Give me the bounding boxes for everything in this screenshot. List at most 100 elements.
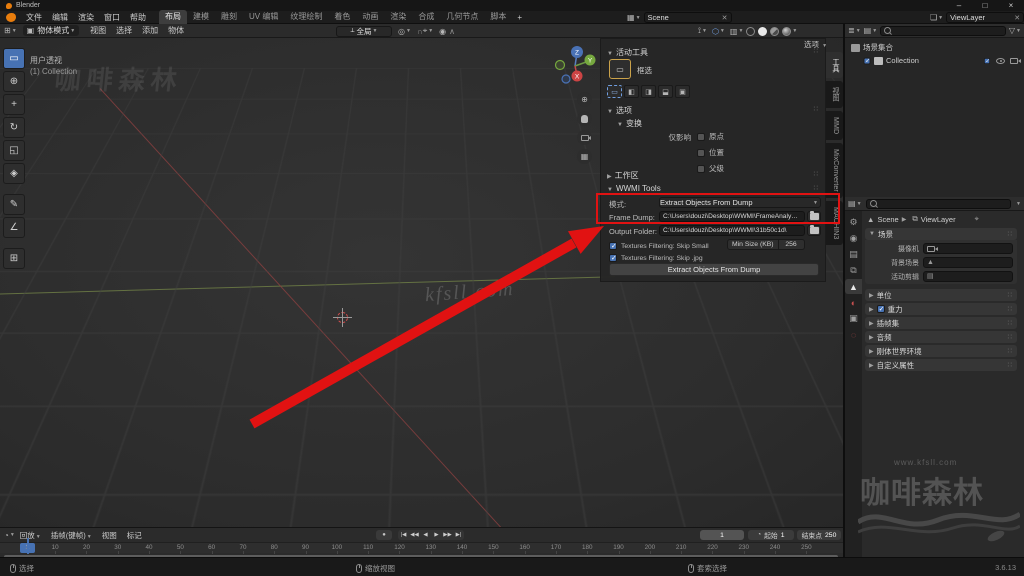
tool-scale[interactable]: ◱ (3, 140, 25, 161)
output-folder-field[interactable]: C:\Users\douzi\Desktop\WWMI\31b50c1d\ (659, 225, 805, 236)
current-frame-field[interactable]: 1 (700, 530, 744, 540)
tool-select-box[interactable]: ▭ (3, 48, 25, 69)
collection-row[interactable]: Collection (863, 56, 1018, 65)
play-button[interactable]: ▶ (431, 530, 442, 540)
workspace-tab-UV 编辑[interactable]: UV 编辑 (243, 10, 284, 24)
viewlayer-browse-icon[interactable]: ❏▼ (930, 13, 943, 22)
select-mode-extend-icon[interactable]: ◧ (624, 85, 639, 98)
xray-toggle-icon[interactable]: ▥▼ (730, 27, 744, 36)
tool-add-cube[interactable]: ⊞ (3, 248, 25, 269)
output-folder-browse-button[interactable] (807, 225, 821, 236)
properties-search-input[interactable] (866, 199, 1012, 209)
workspace-tab-合成[interactable]: 合成 (412, 10, 440, 24)
shading-wireframe-icon[interactable] (746, 27, 755, 36)
panel-音频[interactable]: ▶音频∷ (865, 331, 1017, 343)
camera-view-icon[interactable] (577, 130, 592, 145)
perspective-toggle-icon[interactable]: ▦ (577, 149, 592, 164)
viewport-menu-物体[interactable]: 物体 (163, 25, 189, 36)
outliner-search-input[interactable] (880, 26, 1006, 36)
timeline-menu-回放[interactable]: 回放▼ (15, 530, 46, 541)
show-gizmo-icon[interactable]: ⟟▼ (698, 26, 707, 36)
workspace-tab-建模[interactable]: 建模 (187, 10, 215, 24)
workspace-tab-渲染[interactable]: 渲染 (384, 10, 412, 24)
min-size-value[interactable]: 256 (779, 239, 805, 250)
menu-窗口[interactable]: 窗口 (99, 12, 125, 23)
workspace-header[interactable]: ▶工作区 (607, 170, 639, 181)
scene-panel-header[interactable]: ▼场景 ∷ (865, 228, 1017, 240)
extract-objects-button[interactable]: Extract Objects From Dump (609, 263, 819, 276)
menu-渲染[interactable]: 渲染 (73, 12, 99, 23)
frame-start-field[interactable]: ◔ 起始1 (748, 530, 794, 540)
checkbox-父级[interactable] (697, 165, 705, 173)
viewport-menu-视图[interactable]: 视图 (85, 25, 111, 36)
viewport-options-button[interactable]: 选项 ▼ (804, 39, 827, 50)
timeline-editor-type-icon[interactable]: ◔▼ (4, 531, 15, 540)
wwmi-mode-dropdown[interactable]: Extract Objects From Dump▼ (659, 197, 821, 208)
properties-tab-physics-icon[interactable]: ◌ (845, 327, 862, 342)
properties-tab-tool-icon[interactable]: ⚙ (845, 215, 862, 230)
filter-checkbox[interactable] (609, 242, 617, 250)
panel-单位[interactable]: ▶单位∷ (865, 289, 1017, 301)
menu-编辑[interactable]: 编辑 (47, 12, 73, 23)
shading-rendered-icon[interactable] (782, 27, 791, 36)
hide-eye-icon[interactable] (996, 58, 1005, 64)
panel-插帧集[interactable]: ▶插帧集∷ (865, 317, 1017, 329)
scene-collection-row[interactable]: 场景集合 (851, 42, 893, 53)
collection-exclude-checkbox[interactable] (984, 58, 990, 64)
panel-自定义属性[interactable]: ▶自定义属性∷ (865, 359, 1017, 371)
pan-hand-icon[interactable] (577, 111, 592, 126)
show-overlays-icon[interactable]: ⬡▼ (712, 27, 725, 36)
maximize-button[interactable]: □ (972, 0, 998, 11)
filter-checkbox[interactable] (609, 254, 617, 262)
outliner-editor-type-icon[interactable]: ≣▼ (848, 26, 861, 35)
properties-tab-output-icon[interactable]: ▤ (845, 247, 862, 262)
properties-tab-view-layer-icon[interactable]: ⧉ (845, 263, 862, 278)
tool-cursor[interactable]: ⊕ (3, 71, 25, 92)
min-size-label[interactable]: Min Size (KB) (727, 239, 779, 250)
panel-重力[interactable]: ▶重力∷ (865, 303, 1017, 315)
viewlayer-unlink-icon[interactable]: ✕ (1014, 14, 1020, 22)
jump-end-button[interactable]: ▶| (453, 530, 464, 540)
editor-type-icon[interactable]: ⊞▼ (4, 26, 17, 35)
pivot-point-icon[interactable]: ◎▼ (398, 27, 411, 36)
tool-annotate[interactable]: ✎ (3, 194, 25, 215)
pin-icon[interactable]: ⌖ (975, 214, 979, 224)
options-header[interactable]: ▼选项 (607, 105, 632, 116)
play-reverse-button[interactable]: ◀ (420, 530, 431, 540)
timeline-menu-视图[interactable]: 视图 (97, 530, 122, 541)
properties-tab-render-icon[interactable]: ◉ (845, 231, 862, 246)
wwmi-tools-header[interactable]: ▼WWMI Tools (607, 184, 661, 193)
sidebar-tab-MACHIN3[interactable]: MACHIN3 (826, 201, 843, 245)
workspace-tab-着色[interactable]: 着色 (328, 10, 356, 24)
proportional-falloff-icon[interactable]: ∧ (449, 27, 455, 36)
sidebar-tab-视图[interactable]: 视图 (826, 81, 843, 107)
checkbox-位置[interactable] (697, 149, 705, 157)
scene-selector[interactable]: Scene ✕ (644, 12, 732, 23)
active-clip-field[interactable]: ▤ (923, 271, 1013, 282)
viewport-menu-选择[interactable]: 选择 (111, 25, 137, 36)
jump-start-button[interactable]: |◀ (398, 530, 409, 540)
checkbox-原点[interactable] (697, 133, 705, 141)
disable-render-icon[interactable] (1010, 58, 1018, 64)
breadcrumb-viewlayer[interactable]: ViewLayer (921, 215, 956, 224)
viewlayer-selector[interactable]: ViewLayer ✕ (946, 12, 1024, 23)
tool-rotate[interactable]: ↻ (3, 117, 25, 138)
viewport-menu-添加[interactable]: 添加 (137, 25, 163, 36)
mode-dropdown[interactable]: ▣ 物体模式 ▼ (23, 25, 80, 36)
orientation-dropdown[interactable]: ⟂ 全局 ▼ (336, 26, 392, 37)
add-workspace-button[interactable]: + (512, 13, 527, 22)
tool-move[interactable]: + (3, 94, 25, 115)
properties-tab-world-icon[interactable]: ◐ (845, 295, 862, 310)
select-mode-invert-icon[interactable]: ⬓ (658, 85, 673, 98)
timeline-ruler[interactable]: 1 11020304050607080901001101201301401501… (0, 542, 843, 553)
camera-field[interactable] (923, 243, 1013, 254)
properties-options-icon[interactable]: ▼ (1016, 201, 1021, 207)
sidebar-tab-工具[interactable]: 工具 (826, 52, 843, 78)
background-scene-field[interactable]: ▲ (923, 257, 1013, 268)
properties-editor-type-icon[interactable]: ▤▼ (848, 199, 862, 208)
active-tool-button[interactable]: ▭ (609, 59, 631, 79)
sidebar-tab-MMD[interactable]: MMD (826, 111, 843, 140)
frame-dump-browse-button[interactable] (807, 211, 821, 222)
select-mode-intersect-icon[interactable]: ▣ (675, 85, 690, 98)
scene-unlink-icon[interactable]: ✕ (722, 14, 728, 22)
